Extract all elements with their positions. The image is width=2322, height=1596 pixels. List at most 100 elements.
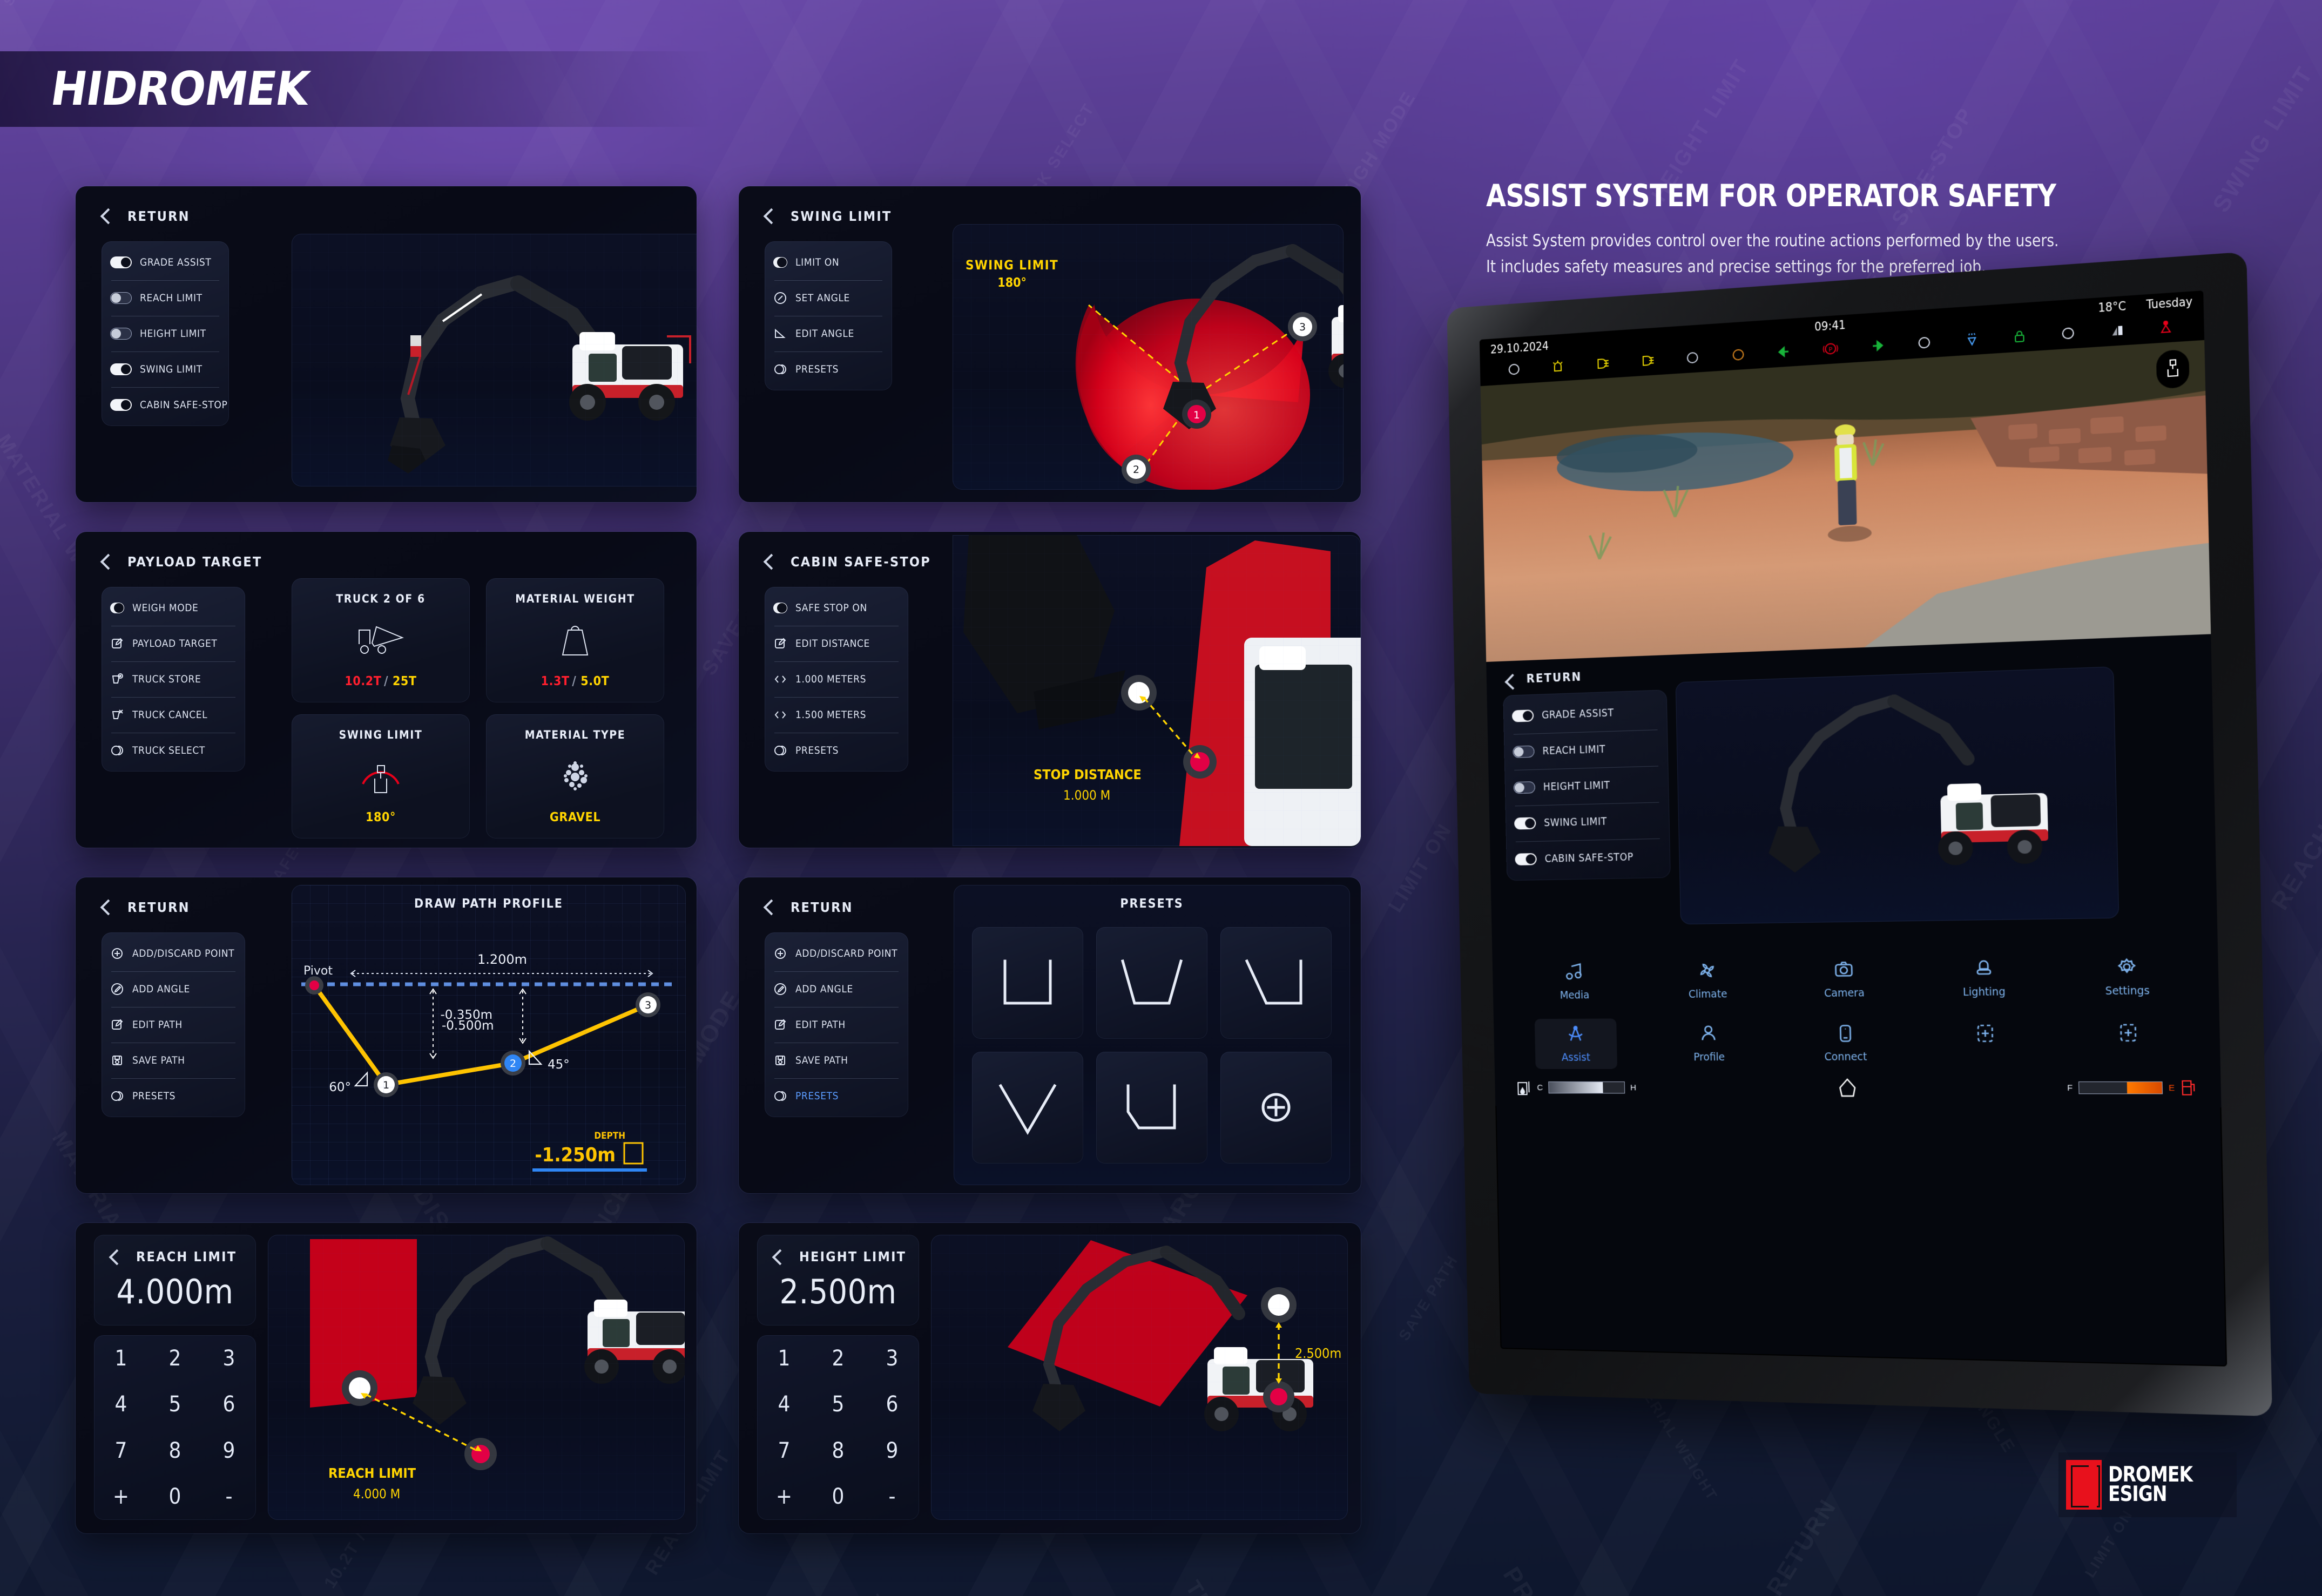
key-plus[interactable]: +	[757, 1474, 811, 1520]
menu-item-add-discard-point[interactable]: ADD/DISCARD POINT	[765, 936, 908, 971]
menu-item-add-angle[interactable]: ADD ANGLE	[102, 971, 245, 1007]
menu-item-presets[interactable]: PRESETS	[765, 1078, 908, 1114]
back-chevron-icon[interactable]	[108, 1250, 122, 1264]
key-5[interactable]: 5	[811, 1382, 865, 1428]
key-3[interactable]: 3	[202, 1335, 256, 1382]
menu-item-presets[interactable]: PRESETS	[765, 351, 892, 387]
menu-item-presets[interactable]: PRESETS	[102, 1078, 245, 1114]
nav-item-camera[interactable]: Camera	[1801, 953, 1888, 1005]
toggle-row-height-limit[interactable]: HEIGHT LIMIT	[102, 316, 229, 351]
menu-item-add-angle[interactable]: ADD ANGLE	[765, 971, 908, 1007]
toggle-row-swing-limit[interactable]: SWING LIMIT	[102, 351, 229, 387]
menu-item-edit-distance[interactable]: EDIT DISTANCE	[765, 626, 908, 661]
menu-item-edit-path[interactable]: EDIT PATH	[765, 1007, 908, 1043]
toggle-switch[interactable]	[110, 363, 132, 375]
nav-item-media[interactable]: Media	[1533, 956, 1616, 1007]
nav-item-add-slot[interactable]	[2083, 1016, 2174, 1055]
toggle-row-reach-limit[interactable]: REACH LIMIT	[1504, 729, 1669, 770]
key-9[interactable]: 9	[865, 1428, 919, 1474]
toggle-switch[interactable]	[1514, 817, 1536, 830]
tile-material-weight[interactable]: MATERIAL WEIGHT 1.3T / 5.0T	[486, 578, 664, 702]
nav-item-lighting[interactable]: Lighting	[1940, 951, 2029, 1004]
toggle-switch[interactable]	[1513, 745, 1535, 758]
toggle-row-cabin-safe-stop[interactable]: CABIN SAFE-STOP	[102, 387, 229, 423]
key-2[interactable]: 2	[148, 1335, 202, 1382]
key-6[interactable]: 6	[202, 1382, 256, 1428]
key-minus[interactable]: -	[202, 1474, 256, 1520]
card-header[interactable]: SWING LIMIT	[739, 186, 1361, 227]
toggle-row-grade-assist[interactable]: GRADE ASSIST	[1503, 693, 1668, 734]
toggle-icon[interactable]	[110, 603, 124, 613]
menu-item-limit-on[interactable]: LIMIT ON	[765, 245, 892, 280]
key-1[interactable]: 1	[94, 1335, 148, 1382]
nav-item-profile[interactable]: Profile	[1666, 1018, 1751, 1069]
menu-item-save-path[interactable]: SAVE PATH	[765, 1043, 908, 1078]
menu-item-edit-angle[interactable]: EDIT ANGLE	[765, 316, 892, 351]
toggle-switch[interactable]	[110, 256, 132, 268]
toggle-icon[interactable]	[773, 257, 787, 268]
menu-item-1-500-meters[interactable]: 1.500 METERS	[765, 697, 908, 733]
card-header[interactable]: RETURN	[76, 186, 697, 227]
preset-v-profile[interactable]	[972, 1052, 1083, 1164]
key-9[interactable]: 9	[202, 1428, 256, 1474]
preset-step-profile[interactable]	[1096, 1052, 1207, 1164]
nav-item-add-slot[interactable]	[1941, 1016, 2029, 1055]
menu-item-add-discard-point[interactable]: ADD/DISCARD POINT	[102, 936, 245, 971]
preset-add-preset[interactable]	[1220, 1052, 1332, 1164]
tile-material-type[interactable]: MATERIAL TYPE GRAVEL	[486, 714, 664, 838]
tile-truck-2-of-6[interactable]: TRUCK 2 OF 6 10.2T / 25T	[292, 578, 470, 702]
key-5[interactable]: 5	[148, 1382, 202, 1428]
card-header[interactable]: PAYLOAD TARGET	[76, 532, 697, 573]
nav-item-assist[interactable]: Assist	[1534, 1018, 1617, 1069]
back-chevron-icon[interactable]	[1504, 674, 1515, 686]
nav-item-connect[interactable]: Connect	[1802, 1017, 1889, 1069]
key-0[interactable]: 0	[811, 1474, 865, 1520]
preset-u-flat-profile[interactable]	[972, 927, 1083, 1039]
key-8[interactable]: 8	[148, 1428, 202, 1474]
menu-item-truck-select[interactable]: TRUCK SELECT	[102, 733, 245, 768]
toggle-row-cabin-safe-stop[interactable]: CABIN SAFE-STOP	[1506, 838, 1671, 877]
key-3[interactable]: 3	[865, 1335, 919, 1382]
toggle-row-height-limit[interactable]: HEIGHT LIMIT	[1504, 766, 1669, 806]
menu-item-edit-path[interactable]: EDIT PATH	[102, 1007, 245, 1043]
height-limit-keypad[interactable]: 1 2 3 4 5 6 7 8 9 +0-	[757, 1335, 919, 1520]
key-8[interactable]: 8	[811, 1428, 865, 1474]
key-7[interactable]: 7	[94, 1428, 148, 1474]
home-icon[interactable]	[1837, 1077, 1859, 1099]
back-chevron-icon[interactable]	[99, 554, 113, 569]
key-7[interactable]: 7	[757, 1428, 811, 1474]
toggle-switch[interactable]	[1515, 853, 1537, 865]
camera-feed[interactable]	[1480, 340, 2211, 662]
menu-item-save-path[interactable]: SAVE PATH	[102, 1043, 245, 1078]
key-6[interactable]: 6	[865, 1382, 919, 1428]
menu-item-truck-cancel[interactable]: TRUCK CANCEL	[102, 697, 245, 733]
menu-item-safe-stop-on[interactable]: SAFE STOP ON	[765, 590, 908, 626]
toggle-row-reach-limit[interactable]: REACH LIMIT	[102, 280, 229, 316]
menu-item-1-000-meters[interactable]: 1.000 METERS	[765, 661, 908, 697]
toggle-row-swing-limit[interactable]: SWING LIMIT	[1506, 802, 1670, 842]
preset-trapezoid-profile[interactable]	[1096, 927, 1207, 1039]
back-chevron-icon[interactable]	[762, 554, 777, 569]
menu-item-presets[interactable]: PRESETS	[765, 733, 908, 768]
key-2[interactable]: 2	[811, 1335, 865, 1382]
card-header[interactable]: REACH LIMIT	[94, 1235, 256, 1264]
menu-item-weigh-mode[interactable]: WEIGH MODE	[102, 590, 245, 626]
toggle-switch[interactable]	[1511, 709, 1534, 722]
key-4[interactable]: 4	[94, 1382, 148, 1428]
tile-swing-limit[interactable]: SWING LIMIT 180°	[292, 714, 470, 838]
menu-item-payload-target[interactable]: PAYLOAD TARGET	[102, 626, 245, 661]
toggle-icon[interactable]	[773, 603, 787, 613]
reach-limit-keypad[interactable]: 1 2 3 4 5 6 7 8 9 +0-	[94, 1335, 256, 1520]
preset-slant-left-profile[interactable]	[1220, 927, 1332, 1039]
key-4[interactable]: 4	[757, 1382, 811, 1428]
toggle-switch[interactable]	[110, 399, 132, 411]
back-chevron-icon[interactable]	[99, 900, 113, 914]
toggle-row-grade-assist[interactable]: GRADE ASSIST	[102, 245, 229, 280]
nav-item-settings[interactable]: Settings	[2082, 950, 2173, 1003]
tablet-screen[interactable]: 29.10.2024 09:41 18°C Tuesday P RETURN G…	[1479, 290, 2228, 1367]
toggle-switch[interactable]	[110, 292, 132, 304]
back-chevron-icon[interactable]	[762, 209, 777, 223]
nav-item-climate[interactable]: Climate	[1665, 955, 1750, 1006]
menu-item-truck-store[interactable]: TRUCK STORE	[102, 661, 245, 697]
menu-item-set-angle[interactable]: SET ANGLE	[765, 280, 892, 316]
